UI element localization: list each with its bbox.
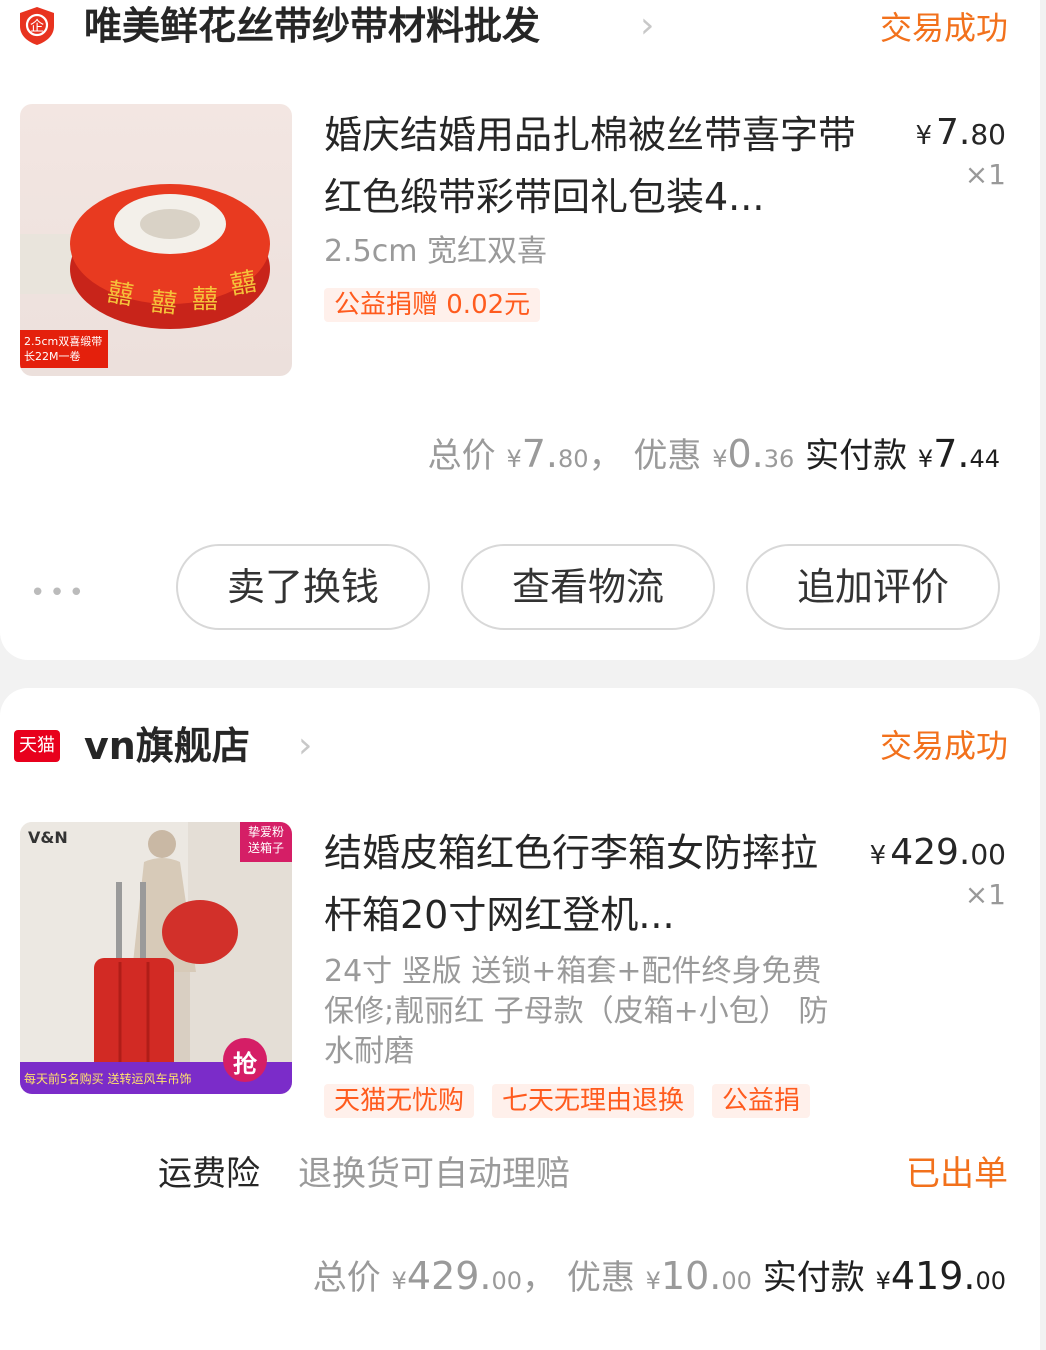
paid-integer: 7.: [933, 432, 970, 476]
currency-symbol: ¥: [712, 445, 728, 473]
discount-integer: 0.: [727, 432, 764, 476]
currency-symbol: ¥: [917, 445, 934, 473]
insurance-status[interactable]: 已出单: [906, 1152, 1008, 1196]
svg-text:囍: 囍: [149, 287, 178, 320]
svg-text:囍: 囍: [192, 285, 218, 315]
paid-label: 实付款: [762, 1258, 865, 1298]
chevron-right-icon[interactable]: ›: [640, 0, 654, 52]
discount-label: 优惠: [566, 1258, 635, 1298]
price-decimal: 80: [970, 118, 1006, 151]
total-decimal: 80: [558, 445, 589, 473]
quantity: ×1: [964, 158, 1006, 191]
currency-symbol: ¥: [645, 1267, 661, 1295]
total-integer: 7.: [521, 432, 559, 476]
paid-label: 实付款: [805, 436, 908, 476]
charity-tag: 公益捐: [712, 1084, 811, 1118]
paid-integer: 419.: [890, 1254, 976, 1298]
currency-symbol: ¥: [915, 121, 932, 151]
total-integer: 429.: [406, 1254, 492, 1298]
promo-banner: 每天前5名购买 送转运风车吊饰: [24, 1072, 192, 1086]
worry-free-tag: 天猫无忧购: [324, 1084, 475, 1118]
charity-tag: 公益捐赠 0.02元: [324, 288, 541, 322]
service-tags: 天猫无忧购 七天无理由退换 公益捐: [324, 1084, 814, 1118]
price-integer: 429.: [890, 832, 971, 873]
currency-symbol: ¥: [391, 1267, 407, 1295]
discount-integer: 10.: [660, 1254, 722, 1298]
svg-text:囍: 囍: [105, 277, 136, 311]
shipping-insurance-desc: 退换货可自动理赔: [298, 1154, 570, 1194]
shipping-insurance-label: 运费险: [158, 1154, 260, 1194]
enterprise-shield-icon: 企: [20, 7, 54, 45]
currency-symbol: ¥: [875, 1267, 891, 1295]
total-decimal: 00: [491, 1267, 523, 1295]
paid-decimal: 00: [975, 1267, 1006, 1295]
svg-text:企: 企: [30, 18, 44, 35]
total-label: 总价: [312, 1258, 381, 1298]
order-status: 交易成功: [879, 727, 1008, 765]
product-title[interactable]: 结婚皮箱红色行李箱女防摔拉杆箱20寸网红登机...: [324, 822, 824, 946]
sku-spec: 2.5cm 宽红双喜: [324, 234, 547, 269]
shop-name[interactable]: vn旗舰店: [84, 720, 250, 772]
currency-symbol: ¥: [869, 841, 887, 871]
brand-logo: V&N: [28, 828, 68, 847]
discount-label: 优惠: [633, 436, 702, 476]
seven-day-return-tag: 七天无理由退换: [492, 1084, 695, 1118]
more-options-icon[interactable]: •••: [30, 578, 88, 608]
currency-symbol: ¥: [506, 445, 522, 473]
product-image[interactable]: V&N 挚爱粉 送箱子 每天前5名购买 送转运风车吊饰 抢: [20, 822, 292, 1094]
order-summary: 总价 ¥7.80， 优惠 ¥0.36 实付款 ¥7.44: [427, 432, 1000, 476]
order-summary: 总价 ¥429.00， 优惠 ¥10.00 实付款 ¥419.00: [312, 1254, 1006, 1298]
image-caption: 2.5cm双喜缎带 长22M一卷: [24, 335, 103, 363]
discount-decimal: 36: [763, 445, 795, 473]
discount-decimal: 00: [721, 1267, 752, 1295]
paid-decimal: 44: [969, 445, 1000, 473]
price-integer: 7.: [936, 112, 971, 153]
order-status: 交易成功: [879, 9, 1008, 47]
add-review-button[interactable]: 追加评价: [746, 544, 1000, 630]
chevron-right-icon[interactable]: ›: [298, 720, 312, 772]
product-price: ¥7.80: [915, 112, 1006, 153]
total-label: 总价: [427, 436, 496, 476]
sell-button[interactable]: 卖了换钱: [176, 544, 430, 630]
price-decimal: 00: [970, 838, 1006, 871]
order-card[interactable]: 企 唯美鲜花丝带纱带材料批发 › 交易成功 囍 囍 囍 囍 2.5cm双喜缎带 …: [0, 0, 1040, 660]
tmall-badge-icon: 天猫: [14, 730, 60, 762]
shop-name[interactable]: 唯美鲜花丝带纱带材料批发: [84, 0, 540, 52]
product-image[interactable]: 囍 囍 囍 囍 2.5cm双喜缎带 长22M一卷: [20, 104, 292, 376]
product-price: ¥429.00: [870, 832, 1006, 873]
promo-badge: 挚爱粉 送箱子: [247, 825, 284, 855]
grab-badge: 抢: [233, 1050, 257, 1078]
view-logistics-button[interactable]: 查看物流: [461, 544, 715, 630]
svg-text:囍: 囍: [228, 267, 259, 301]
service-tags: 公益捐赠 0.02元: [324, 288, 814, 322]
sku-spec: 24寸 竖版 送锁+箱套+配件终身免费保修;靓丽红 子母款（皮箱+小包） 防水耐…: [324, 954, 829, 1069]
quantity: ×1: [964, 878, 1006, 911]
product-title[interactable]: 婚庆结婚用品扎棉被丝带喜字带红色缎带彩带回礼包装4...: [324, 104, 884, 228]
